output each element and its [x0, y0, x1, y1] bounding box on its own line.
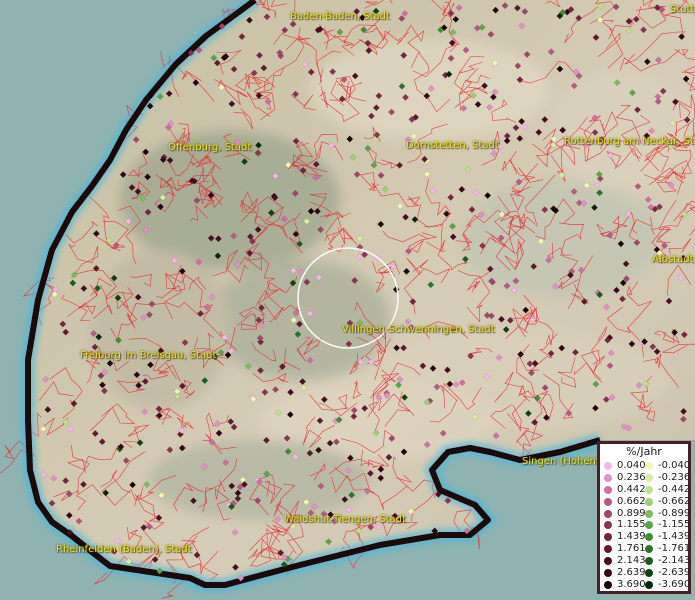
- legend-swatch: [645, 557, 653, 566]
- legend-positive-column: 0.040 0.236 0.442 0.662 0.899 1.155 1.439 1.761…: [604, 460, 646, 591]
- legend-swatch: [604, 557, 612, 566]
- legend-entry-positive-1: 0.236: [604, 472, 646, 484]
- legend-entry-negative-7: -1.761: [645, 543, 690, 555]
- legend-swatch: [645, 497, 653, 506]
- legend-entry-positive-7: 1.761: [604, 543, 646, 555]
- legend-entry-positive-3: 0.662: [604, 496, 646, 508]
- legend-entry-positive-0: 0.040: [604, 460, 646, 472]
- legend-entry-positive-5: 1.155: [604, 519, 646, 531]
- legend-swatch: [604, 568, 612, 577]
- legend-entry-negative-10: -3.690: [645, 579, 690, 591]
- legend-value: 2.143: [617, 555, 646, 567]
- legend-swatch: [645, 580, 653, 589]
- legend-swatch: [604, 485, 612, 494]
- legend-value: 3.690: [617, 578, 646, 590]
- legend-swatch: [604, 521, 612, 530]
- legend-swatch: [604, 473, 612, 482]
- legend-entry-positive-2: 0.442: [604, 484, 646, 496]
- legend-swatch: [604, 497, 612, 506]
- legend-entry-positive-6: 1.439: [604, 531, 646, 543]
- legend-swatch: [645, 485, 653, 494]
- legend-swatch: [604, 509, 612, 518]
- legend-value: -1.761: [658, 543, 691, 555]
- legend-entry-negative-0: -0.040: [645, 460, 690, 472]
- legend-value: -0.040: [658, 460, 691, 471]
- legend-entry-negative-8: -2.143: [645, 555, 690, 567]
- legend-swatch: [645, 521, 653, 530]
- legend-entry-positive-9: 2.639: [604, 567, 646, 579]
- legend-value: -1.439: [658, 531, 691, 543]
- legend-value: 0.662: [617, 495, 646, 507]
- legend-entry-negative-2: -0.442: [645, 484, 690, 496]
- legend-swatch: [645, 545, 653, 554]
- legend-entry-negative-1: -0.236: [645, 472, 690, 484]
- legend-value: -2.143: [658, 555, 691, 567]
- legend-value: -0.236: [658, 471, 691, 483]
- legend-value: 0.236: [617, 471, 646, 483]
- map-canvas[interactable]: [0, 0, 695, 600]
- legend-value: -2.639: [658, 567, 691, 579]
- legend-swatch: [604, 545, 612, 554]
- legend-swatch: [645, 509, 653, 518]
- legend-entry-negative-9: -2.639: [645, 567, 690, 579]
- legend-entry-positive-4: 0.899: [604, 508, 646, 520]
- legend-swatch: [645, 461, 653, 470]
- legend-entry-negative-6: -1.439: [645, 531, 690, 543]
- legend-value: 0.040: [617, 460, 646, 471]
- legend-value: 1.761: [617, 543, 646, 555]
- legend-value: -0.442: [658, 483, 691, 495]
- legend-value: 0.899: [617, 507, 646, 519]
- legend-value: -0.662: [658, 495, 691, 507]
- legend-value: 2.639: [617, 567, 646, 579]
- legend-entry-positive-8: 2.143: [604, 555, 646, 567]
- legend-value: -3.690: [658, 578, 691, 590]
- legend-swatch: [604, 580, 612, 589]
- legend: %/Jahr 0.040 0.236 0.442 0.662 0.899 1.155 1.4…: [597, 441, 691, 594]
- legend-entry-negative-5: -1.155: [645, 519, 690, 531]
- legend-title: %/Jahr: [626, 445, 662, 458]
- legend-entry-negative-4: -0.899: [645, 508, 690, 520]
- legend-swatch: [645, 568, 653, 577]
- legend-value: -1.155: [658, 519, 691, 531]
- legend-swatch: [645, 533, 653, 542]
- legend-swatch: [604, 461, 612, 470]
- legend-value: 0.442: [617, 483, 646, 495]
- legend-entry-negative-3: -0.662: [645, 496, 690, 508]
- legend-swatch: [645, 473, 653, 482]
- legend-value: 1.439: [617, 531, 646, 543]
- legend-entry-positive-10: 3.690: [604, 579, 646, 591]
- legend-value: -0.899: [658, 507, 691, 519]
- legend-value: 1.155: [617, 519, 646, 531]
- legend-negative-column: -0.040 -0.236 -0.442 -0.662 -0.899 -1.155 -1.4…: [645, 460, 690, 591]
- legend-swatch: [604, 533, 612, 542]
